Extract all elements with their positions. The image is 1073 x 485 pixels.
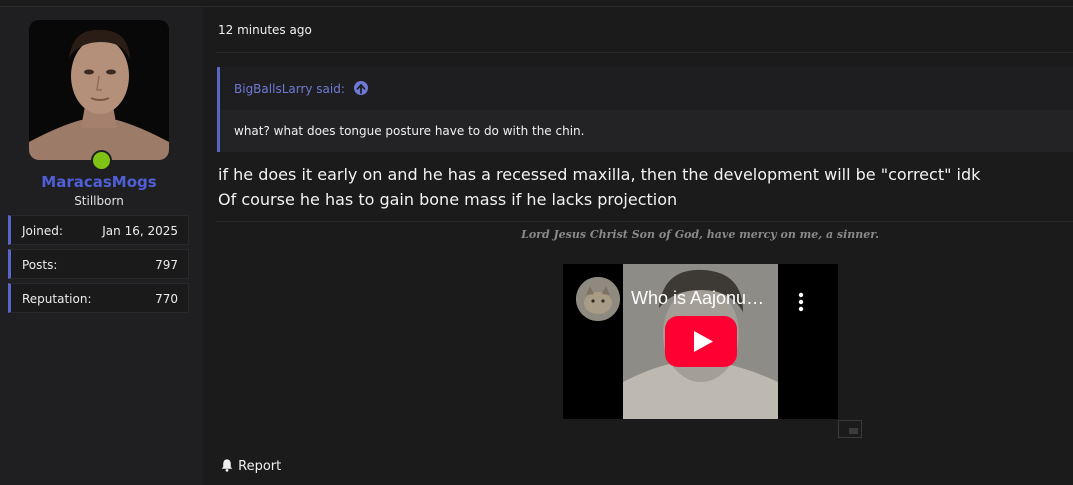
picture-in-picture-icon[interactable] — [838, 420, 862, 438]
quote-author-link[interactable]: BigBallsLarry said: — [234, 82, 345, 96]
report-button[interactable]: Report — [220, 458, 281, 474]
post-timestamp[interactable]: 12 minutes ago — [218, 23, 312, 37]
quote-text: what? what does tongue posture have to d… — [234, 124, 585, 138]
stat-label: Reputation: — [22, 292, 92, 306]
post-message: if he does it early on and he has a rece… — [218, 162, 980, 212]
user-sidebar: MaracasMogs Stillborn Joined: Jan 16, 20… — [0, 7, 203, 485]
stat-label: Posts: — [22, 258, 58, 272]
quote-content: what? what does tongue posture have to d… — [220, 110, 1073, 152]
channel-avatar[interactable] — [576, 277, 620, 321]
message-line: Of course he has to gain bone mass if he… — [218, 190, 678, 209]
youtube-embed[interactable]: Who is Aajonu… — [563, 264, 838, 419]
signature-text: Lord Jesus Christ Son of God, have mercy… — [521, 228, 879, 241]
quote-header: BigBallsLarry said: — [220, 67, 1073, 110]
youtube-play-icon[interactable] — [665, 316, 737, 367]
username-link[interactable]: MaracasMogs — [0, 173, 198, 191]
signature-divider — [216, 221, 1073, 222]
online-status-dot — [91, 150, 112, 171]
stat-value: 770 — [155, 292, 178, 306]
stat-reputation: Reputation: 770 — [8, 283, 189, 313]
quote-block: BigBallsLarry said: what? what does tong… — [217, 67, 1073, 152]
jump-to-quote-icon[interactable] — [354, 81, 368, 95]
report-label[interactable]: Report — [238, 459, 281, 474]
more-options-icon[interactable] — [791, 291, 811, 313]
user-title: Stillborn — [74, 194, 124, 208]
stat-posts: Posts: 797 — [8, 249, 189, 279]
stat-value: 797 — [155, 258, 178, 272]
avatar[interactable] — [29, 20, 169, 171]
bell-icon — [221, 459, 233, 472]
video-title[interactable]: Who is Aajonu… — [631, 288, 764, 309]
divider — [216, 52, 1073, 53]
message-line: if he does it early on and he has a rece… — [218, 165, 981, 184]
